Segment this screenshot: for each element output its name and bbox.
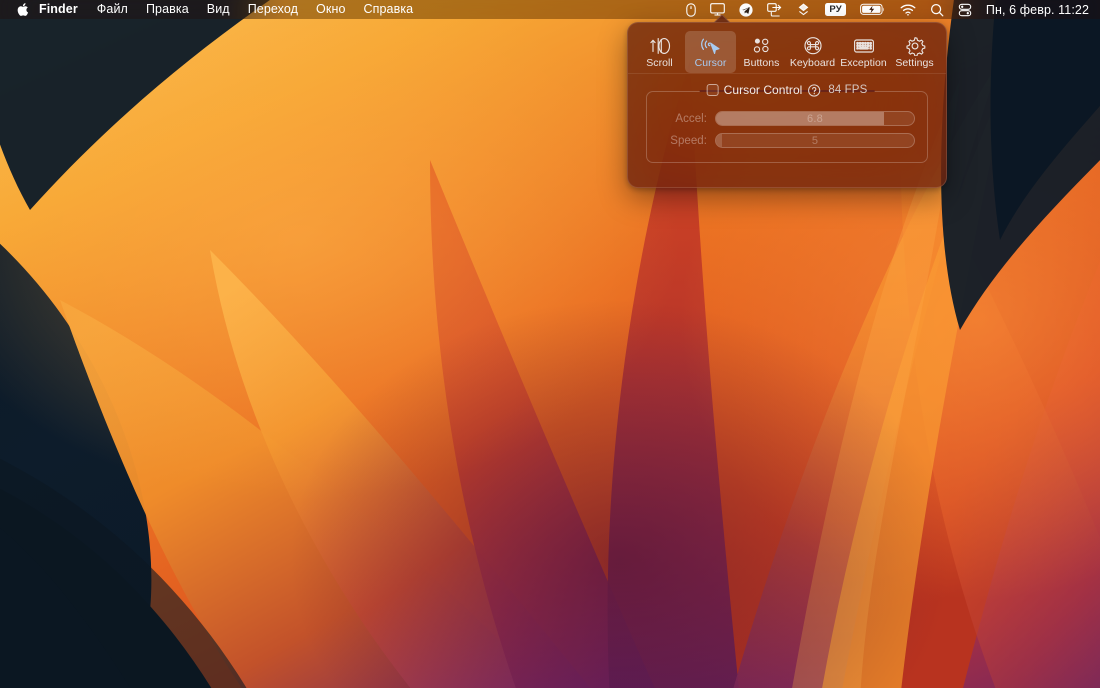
telegram-icon[interactable]	[732, 0, 760, 19]
exception-icon	[852, 35, 876, 56]
tab-settings[interactable]: Settings	[889, 31, 940, 73]
cursor-control-group: Cursor Control 84 FPS Accel:	[646, 91, 928, 163]
help-question-icon[interactable]	[807, 84, 820, 97]
tab-exception[interactable]: Exception	[838, 31, 889, 73]
accel-label: Accel:	[659, 113, 707, 125]
menu-bar-left: Finder Файл Правка Вид Переход Окно Спра…	[0, 0, 422, 19]
accel-slider-row: Accel: 6.8	[659, 109, 915, 128]
cursor-control-popover: Scroll Cursor	[627, 22, 947, 188]
cursor-control-label: Cursor Control	[724, 83, 803, 97]
speed-slider-row: Speed: 5	[659, 131, 915, 150]
speed-slider[interactable]: 5	[715, 133, 915, 148]
scroll-icon	[649, 35, 671, 56]
menu-item-view[interactable]: Вид	[198, 0, 239, 19]
tab-exception-label: Exception	[840, 58, 887, 69]
keyboard-icon	[802, 35, 824, 56]
search-icon[interactable]	[923, 0, 951, 19]
tab-buttons-label: Buttons	[744, 58, 780, 69]
popover-body: Scroll Cursor	[627, 22, 947, 188]
tab-cursor-label: Cursor	[695, 58, 727, 69]
buttons-icon	[751, 35, 773, 56]
cursor-control-legend: Cursor Control 84 FPS	[700, 83, 875, 97]
apple-logo-icon[interactable]	[9, 0, 35, 19]
menu-item-file[interactable]: Файл	[88, 0, 137, 19]
wifi-icon[interactable]	[893, 0, 923, 19]
input-source-indicator[interactable]: РУ	[818, 0, 853, 19]
menu-bar: Finder Файл Правка Вид Переход Окно Спра…	[0, 0, 1100, 19]
menu-app-name[interactable]: Finder	[35, 0, 88, 19]
control-center-icon[interactable]	[951, 0, 979, 19]
tab-settings-label: Settings	[895, 58, 933, 69]
tab-buttons[interactable]: Buttons	[736, 31, 787, 73]
accel-slider-value: 6.8	[716, 112, 914, 125]
desktop: Finder Файл Правка Вид Переход Окно Спра…	[0, 0, 1100, 688]
menu-item-go[interactable]: Переход	[239, 0, 307, 19]
menu-item-help[interactable]: Справка	[355, 0, 423, 19]
accel-slider[interactable]: 6.8	[715, 111, 915, 126]
speed-label: Speed:	[659, 135, 707, 147]
settings-gear-icon	[904, 35, 926, 56]
dropbox-icon[interactable]	[789, 0, 818, 19]
speed-slider-value: 5	[716, 134, 914, 147]
tab-keyboard-label: Keyboard	[790, 58, 835, 69]
menu-bar-status-area: РУ	[679, 0, 1100, 19]
tab-keyboard[interactable]: Keyboard	[787, 31, 838, 73]
tab-scroll[interactable]: Scroll	[634, 31, 685, 73]
mouse-icon[interactable]	[679, 0, 703, 19]
menu-item-window[interactable]: Окно	[307, 0, 354, 19]
tab-scroll-label: Scroll	[646, 58, 673, 69]
menu-item-edit[interactable]: Правка	[137, 0, 198, 19]
popover-toolbar: Scroll Cursor	[628, 23, 946, 74]
cursor-icon	[700, 35, 722, 56]
screen-share-icon[interactable]	[760, 0, 789, 19]
popover-content: Cursor Control 84 FPS Accel:	[628, 74, 946, 177]
tab-cursor[interactable]: Cursor	[685, 31, 736, 73]
fps-counter: 84 FPS	[828, 84, 867, 96]
input-source-label: РУ	[825, 3, 846, 16]
menu-bar-clock[interactable]: Пн, 6 февр. 11:22	[979, 3, 1091, 17]
cursor-control-checkbox[interactable]	[707, 84, 719, 96]
battery-charging-icon[interactable]	[853, 0, 893, 19]
